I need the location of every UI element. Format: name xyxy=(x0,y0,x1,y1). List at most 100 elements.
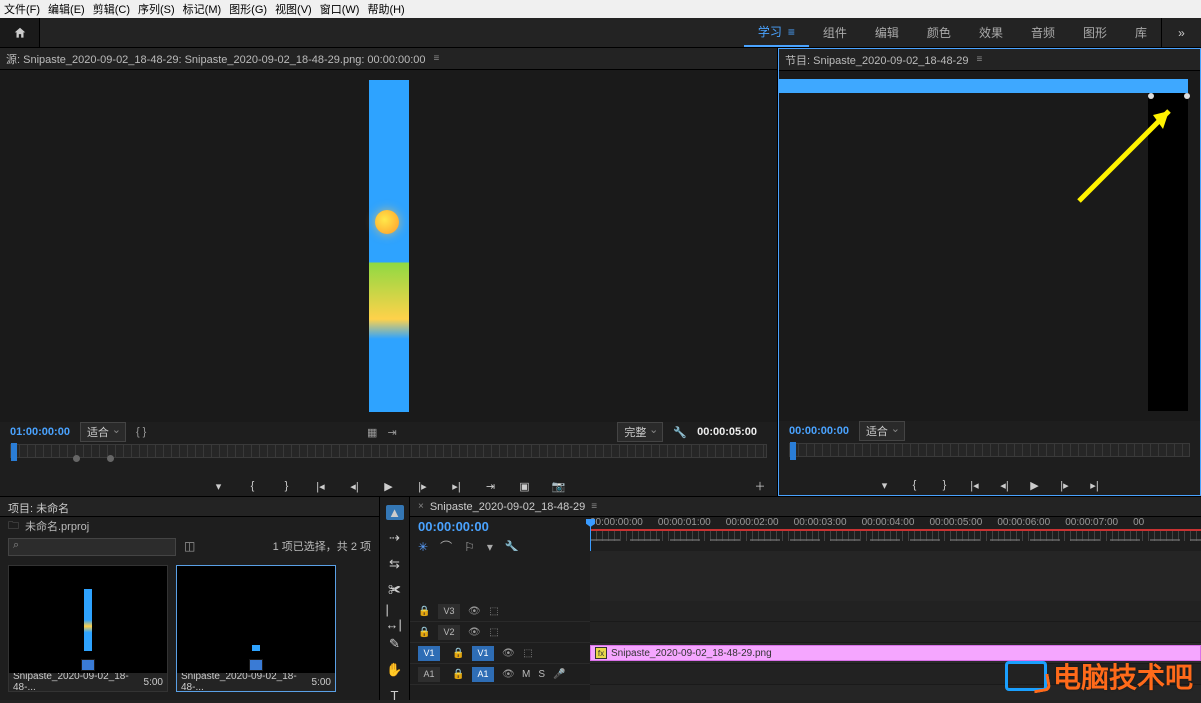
lock-icon[interactable]: 🔒 xyxy=(452,648,464,659)
workspace-learn[interactable]: 学习≡ xyxy=(744,18,809,47)
program-timecode-left[interactable]: 00:00:00:00 xyxy=(789,425,849,437)
timeline-tab[interactable]: × Snipaste_2020-09-02_18-48-29 ≡ xyxy=(410,497,1201,517)
eye-icon[interactable]: 👁 xyxy=(502,648,514,659)
track-lane-v2[interactable] xyxy=(590,622,1201,643)
source-patch-v1[interactable]: V1 xyxy=(418,646,440,661)
pen-tool[interactable]: ✎ xyxy=(386,636,404,652)
eye-icon[interactable]: 👁 xyxy=(502,669,514,680)
work-area-bar[interactable] xyxy=(590,539,1201,541)
timeline-ruler[interactable]: 00:00:00:0000:00:01:0000:00:02:0000:00:0… xyxy=(590,517,1201,551)
program-handles[interactable] xyxy=(1148,93,1190,99)
hamburger-icon[interactable]: ≡ xyxy=(788,25,795,39)
track-area[interactable]: fx Snipaste_2020-09-02_18-48-29.png xyxy=(590,551,1201,700)
menu-help[interactable]: 帮助(H) xyxy=(367,1,404,17)
mute-label[interactable]: M xyxy=(522,669,530,680)
export-frame-icon[interactable]: 📷 xyxy=(552,480,566,493)
play-icon[interactable]: ▶ xyxy=(382,480,396,493)
menu-file[interactable]: 文件(F) xyxy=(4,1,40,17)
mark-in-icon[interactable]: { xyxy=(246,480,260,492)
workspace-effects[interactable]: 效果 xyxy=(965,18,1017,47)
home-button[interactable] xyxy=(0,18,40,47)
track-tag[interactable]: V2 xyxy=(438,625,460,640)
source-timecode-left[interactable]: 01:00:00:00 xyxy=(10,426,70,438)
step-fwd-icon[interactable]: |▸ xyxy=(1058,479,1072,492)
hand-tool[interactable]: ✋ xyxy=(386,662,404,678)
track-tag[interactable]: V1 xyxy=(472,646,494,661)
workspace-overflow[interactable]: » xyxy=(1161,18,1201,47)
filter-bin-icon[interactable]: ◫ xyxy=(184,539,195,553)
go-in-icon[interactable]: |◂ xyxy=(968,479,982,492)
overwrite-icon[interactable]: ▣ xyxy=(518,480,532,493)
ripple-edit-tool[interactable]: ⇆ xyxy=(386,556,404,572)
program-fit-dropdown[interactable]: 适合 xyxy=(859,421,905,441)
lock-icon[interactable]: 🔒 xyxy=(418,627,430,638)
track-lane-a1[interactable] xyxy=(590,664,1201,685)
insert-icon[interactable]: ⇥ xyxy=(484,480,498,493)
menu-clip[interactable]: 剪辑(C) xyxy=(93,1,130,17)
voiceover-icon[interactable]: 🎤 xyxy=(553,669,565,680)
track-lane-v1[interactable]: fx Snipaste_2020-09-02_18-48-29.png xyxy=(590,643,1201,664)
source-viewport[interactable] xyxy=(0,70,777,422)
mark-in-icon[interactable]: { xyxy=(908,479,922,491)
project-bin[interactable]: Snipaste_2020-09-02_18-48-...5:00 Snipas… xyxy=(0,557,379,700)
add-marker-icon[interactable]: ▾ xyxy=(878,479,892,492)
source-sash-icon[interactable]: ⇥ xyxy=(387,426,396,439)
workspace-audio[interactable]: 音频 xyxy=(1017,18,1069,47)
workspace-assembly[interactable]: 组件 xyxy=(809,18,861,47)
project-search-input[interactable] xyxy=(8,538,176,556)
razor-tool[interactable]: ✀ xyxy=(386,582,404,598)
panel-menu-icon[interactable]: ≡ xyxy=(591,501,597,512)
eye-icon[interactable]: 👁 xyxy=(468,606,480,617)
mark-out-icon[interactable]: } xyxy=(280,480,294,492)
eye-icon[interactable]: 👁 xyxy=(468,627,480,638)
source-patch-a1[interactable]: A1 xyxy=(418,667,440,682)
track-tag[interactable]: A1 xyxy=(472,667,494,682)
output-icon[interactable]: ⬚ xyxy=(522,648,534,659)
source-wrench-icon[interactable]: 🔧 xyxy=(673,426,687,439)
step-back-icon[interactable]: ◂| xyxy=(998,479,1012,492)
selection-tool[interactable]: ▲ xyxy=(386,505,404,520)
source-playhead[interactable] xyxy=(11,443,17,461)
go-out-icon[interactable]: ▸| xyxy=(450,480,464,493)
mark-out-icon[interactable]: } xyxy=(938,479,952,491)
track-header-a1[interactable]: A1 🔒 A1 👁 MS 🎤 xyxy=(410,664,590,685)
timeline-clip[interactable]: fx Snipaste_2020-09-02_18-48-29.png xyxy=(590,645,1201,661)
fx-badge[interactable]: fx xyxy=(595,647,607,659)
lock-icon[interactable]: 🔒 xyxy=(452,669,464,680)
menu-graphics[interactable]: 图形(G) xyxy=(229,1,267,17)
source-tabbar[interactable]: 源: Snipaste_2020-09-02_18-48-29: Snipast… xyxy=(0,48,777,70)
menu-edit[interactable]: 编辑(E) xyxy=(48,1,85,17)
menu-marker[interactable]: 标记(M) xyxy=(183,1,222,17)
source-res-dropdown[interactable]: 完整 xyxy=(617,422,663,442)
add-marker-icon[interactable]: ▾ xyxy=(212,480,226,493)
lock-icon[interactable]: 🔒 xyxy=(418,606,430,617)
project-tab[interactable]: 项目: 未命名 xyxy=(0,497,379,517)
bin-item-sequence[interactable]: Snipaste_2020-09-02_18-48-...5:00 xyxy=(176,565,336,692)
menu-window[interactable]: 窗口(W) xyxy=(320,1,360,17)
source-scrub-bar[interactable] xyxy=(10,444,767,458)
workspace-library[interactable]: 库 xyxy=(1121,18,1161,47)
go-in-icon[interactable]: |◂ xyxy=(314,480,328,493)
workspace-graphics[interactable]: 图形 xyxy=(1069,18,1121,47)
play-icon[interactable]: ▶ xyxy=(1028,479,1042,492)
output-icon[interactable]: ⬚ xyxy=(488,627,500,638)
slip-tool[interactable]: |↔| xyxy=(386,608,404,626)
track-header-v1[interactable]: V1 🔒 V1 👁 ⬚ xyxy=(410,643,590,664)
step-fwd-icon[interactable]: |▸ xyxy=(416,480,430,493)
track-select-tool[interactable]: ⇢ xyxy=(386,530,404,546)
panel-menu-icon[interactable]: ≡ xyxy=(976,54,982,65)
program-tabbar[interactable]: 节目: Snipaste_2020-09-02_18-48-29 ≡ xyxy=(779,49,1200,71)
source-still-icon[interactable]: ▦ xyxy=(367,426,377,439)
bin-item-still[interactable]: Snipaste_2020-09-02_18-48-...5:00 xyxy=(8,565,168,692)
scrub-marker[interactable] xyxy=(107,455,114,462)
track-header-v3[interactable]: 🔒V3👁⬚ xyxy=(410,601,590,622)
type-tool[interactable]: T xyxy=(386,688,404,703)
button-editor-icon[interactable]: ＋ xyxy=(753,478,767,494)
solo-label[interactable]: S xyxy=(538,669,545,680)
track-tag[interactable]: V3 xyxy=(438,604,460,619)
panel-menu-icon[interactable]: ≡ xyxy=(434,53,440,64)
workspace-edit[interactable]: 编辑 xyxy=(861,18,913,47)
menu-view[interactable]: 视图(V) xyxy=(275,1,312,17)
close-icon[interactable]: × xyxy=(418,501,424,512)
track-lane-v3[interactable] xyxy=(590,601,1201,622)
